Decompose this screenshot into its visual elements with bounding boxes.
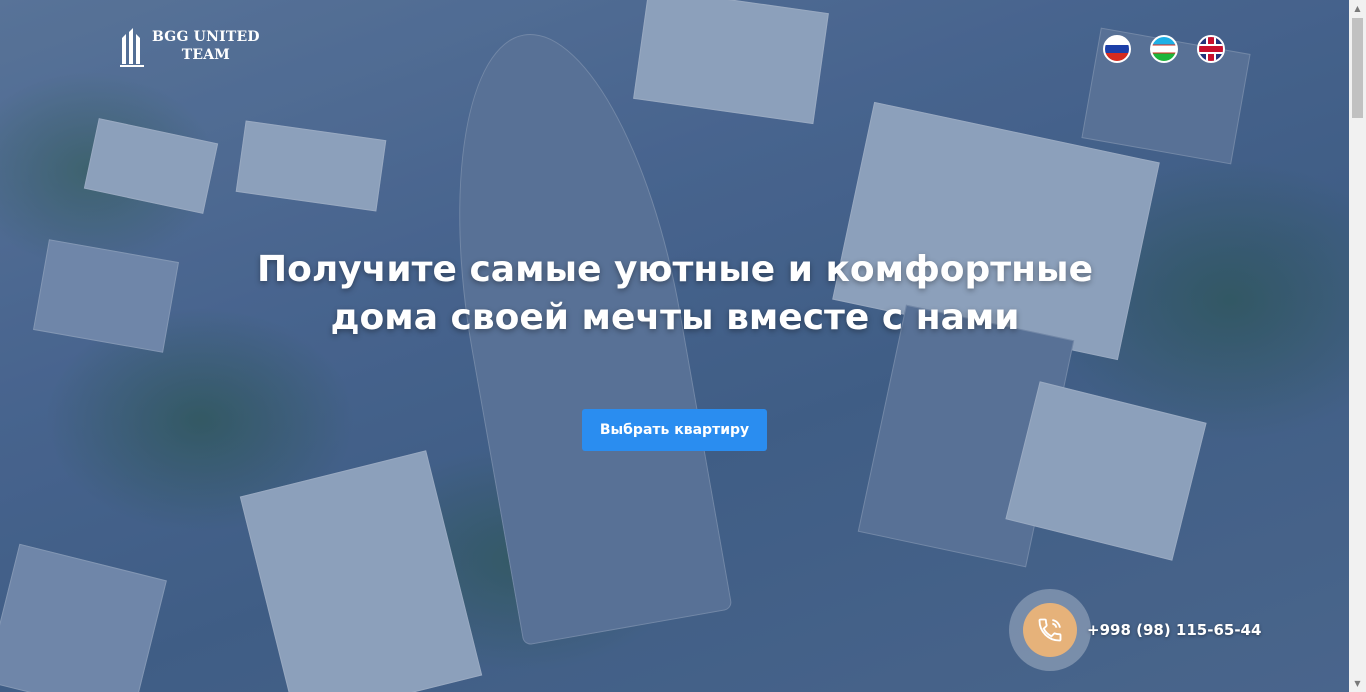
scroll-up-icon[interactable]: ▲: [1349, 0, 1366, 17]
flag-russia-icon[interactable]: [1103, 35, 1131, 63]
hero-title: Получите самые уютные и комфортные дома …: [175, 246, 1175, 342]
hero-title-line2: дома своей мечты вместе с нами: [330, 297, 1020, 338]
page-scrollbar[interactable]: ▲ ▼: [1349, 0, 1366, 692]
flag-uk-icon[interactable]: [1197, 35, 1225, 63]
brand-logo[interactable]: BGG UNITED TEAM: [120, 24, 260, 68]
scrollbar-thumb[interactable]: [1352, 18, 1363, 118]
phone-number[interactable]: +998 (98) 115-65-44: [1087, 621, 1261, 639]
flag-uzbekistan-icon[interactable]: [1150, 35, 1178, 63]
scroll-down-icon[interactable]: ▼: [1349, 675, 1366, 692]
brand-name: BGG UNITED TEAM: [152, 28, 260, 64]
brand-name-line2: TEAM: [181, 47, 230, 63]
language-switcher: [1103, 35, 1225, 63]
phone-icon: [1038, 618, 1062, 642]
phone-contact: +998 (98) 115-65-44: [1009, 589, 1261, 671]
hero-title-line1: Получите самые уютные и комфортные: [257, 249, 1093, 290]
logo-icon: [120, 28, 144, 67]
brand-name-line1: BGG UNITED: [152, 29, 260, 45]
phone-call-button[interactable]: [1009, 589, 1091, 671]
choose-apartment-button[interactable]: Выбрать квартиру: [582, 409, 767, 451]
